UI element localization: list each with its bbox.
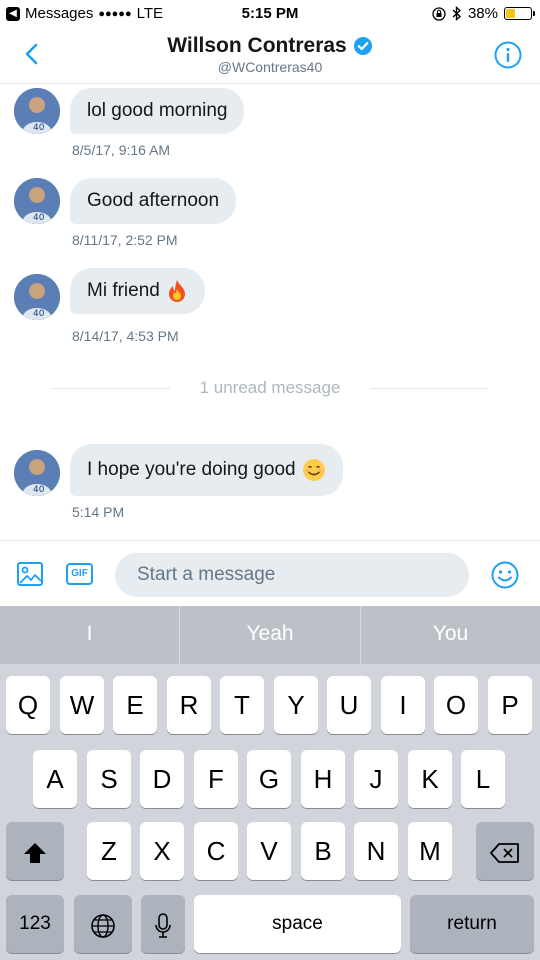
key-n[interactable]: N — [354, 822, 398, 880]
suggestion-1[interactable]: I — [0, 606, 179, 664]
avatar-photo-icon: 40 — [14, 274, 60, 320]
globe-icon — [91, 914, 115, 938]
message-timestamp: 5:14 PM — [72, 504, 125, 520]
dictation-key[interactable] — [141, 895, 185, 953]
svg-text:40: 40 — [33, 485, 45, 495]
contact-name: Willson Contreras — [167, 34, 347, 57]
battery-icon — [504, 7, 535, 20]
key-b[interactable]: B — [301, 822, 345, 880]
message-input[interactable] — [115, 553, 469, 597]
sender-avatar[interactable]: 40 — [14, 274, 60, 320]
key-g[interactable]: G — [247, 750, 291, 808]
key-a[interactable]: A — [33, 750, 77, 808]
key-q[interactable]: Q — [6, 676, 50, 734]
message-bubble[interactable]: I hope you're doing good — [70, 444, 343, 496]
key-r[interactable]: R — [167, 676, 211, 734]
microphone-icon — [155, 913, 171, 938]
avatar-photo-icon: 40 — [14, 88, 60, 134]
key-c[interactable]: C — [194, 822, 238, 880]
backspace-icon — [490, 843, 519, 864]
compose-bar: GIF — [0, 540, 540, 606]
smile-emoji-icon — [302, 458, 325, 481]
info-icon[interactable] — [493, 40, 523, 70]
keyboard: I Yeah You Q W E R T Y U I O P A S D F G… — [0, 606, 540, 960]
unread-label: 1 unread message — [185, 378, 355, 397]
message-text: Good afternoon — [87, 190, 220, 211]
key-p[interactable]: P — [488, 676, 532, 734]
key-j[interactable]: J — [354, 750, 398, 808]
space-key[interactable]: space — [194, 895, 401, 953]
key-h[interactable]: H — [301, 750, 345, 808]
numbers-key[interactable]: 123 — [6, 895, 64, 953]
key-z[interactable]: Z — [87, 822, 131, 880]
key-u[interactable]: U — [327, 676, 371, 734]
message-bubble[interactable]: Mi friend — [70, 268, 205, 314]
sender-avatar[interactable]: 40 — [14, 178, 60, 224]
key-i[interactable]: I — [381, 676, 425, 734]
message-timestamp: 8/5/17, 9:16 AM — [72, 142, 171, 158]
avatar-photo-icon: 40 — [14, 178, 60, 224]
message-text: Mi friend — [87, 280, 160, 301]
delete-key[interactable] — [476, 822, 534, 880]
emoji-picker-icon[interactable] — [490, 560, 520, 590]
shift-key[interactable] — [6, 822, 64, 880]
bluetooth-icon — [452, 6, 462, 21]
key-y[interactable]: Y — [274, 676, 318, 734]
key-v[interactable]: V — [247, 822, 291, 880]
key-l[interactable]: L — [461, 750, 505, 808]
key-t[interactable]: T — [220, 676, 264, 734]
message-text: lol good morning — [87, 100, 228, 121]
battery-level-fill — [506, 9, 516, 18]
key-x[interactable]: X — [140, 822, 184, 880]
suggestion-2[interactable]: Yeah — [180, 606, 360, 664]
key-k[interactable]: K — [408, 750, 452, 808]
svg-text:40: 40 — [33, 123, 45, 133]
svg-text:40: 40 — [33, 309, 45, 319]
globe-key[interactable] — [74, 895, 132, 953]
suggestion-3[interactable]: You — [361, 606, 540, 664]
key-f[interactable]: F — [194, 750, 238, 808]
status-right: 38% — [432, 5, 535, 22]
message-timestamp: 8/14/17, 4:53 PM — [72, 328, 179, 344]
battery-percent: 38% — [467, 5, 498, 22]
key-m[interactable]: M — [408, 822, 452, 880]
shift-arrow-icon — [24, 843, 46, 864]
gif-button[interactable]: GIF — [66, 563, 93, 585]
message-text: I hope you're doing good — [87, 459, 296, 480]
return-key[interactable]: return — [410, 895, 534, 953]
contact-name-row: Willson Contreras — [167, 34, 373, 58]
key-e[interactable]: E — [113, 676, 157, 734]
message-bubble[interactable]: lol good morning — [70, 88, 245, 134]
avatar-photo-icon: 40 — [14, 450, 60, 496]
unread-label-wrap: 1 unread message — [52, 377, 488, 399]
message-bubble[interactable]: Good afternoon — [70, 178, 237, 224]
key-s[interactable]: S — [87, 750, 131, 808]
sender-avatar[interactable]: 40 — [14, 88, 60, 134]
verified-badge-icon — [353, 37, 372, 55]
message-timestamp: 8/11/17, 2:52 PM — [72, 232, 178, 248]
sender-avatar[interactable]: 40 — [14, 450, 60, 496]
photo-media-icon[interactable] — [16, 561, 44, 587]
status-bar: ◀ Messages ●●●●● LTE 5:15 PM 38% — [0, 0, 540, 28]
key-d[interactable]: D — [140, 750, 184, 808]
svg-text:40: 40 — [33, 213, 45, 223]
conversation-header: Willson Contreras @WContreras40 — [0, 28, 540, 84]
contact-handle: @WContreras40 — [217, 59, 323, 75]
predictive-bar: I Yeah You — [0, 606, 540, 664]
key-o[interactable]: O — [434, 676, 478, 734]
fire-emoji-icon — [168, 279, 185, 302]
key-w[interactable]: W — [60, 676, 104, 734]
rotation-lock-icon — [432, 6, 446, 21]
unread-divider: 1 unread message — [52, 377, 488, 399]
conversation-title[interactable]: Willson Contreras @WContreras40 — [0, 34, 540, 75]
